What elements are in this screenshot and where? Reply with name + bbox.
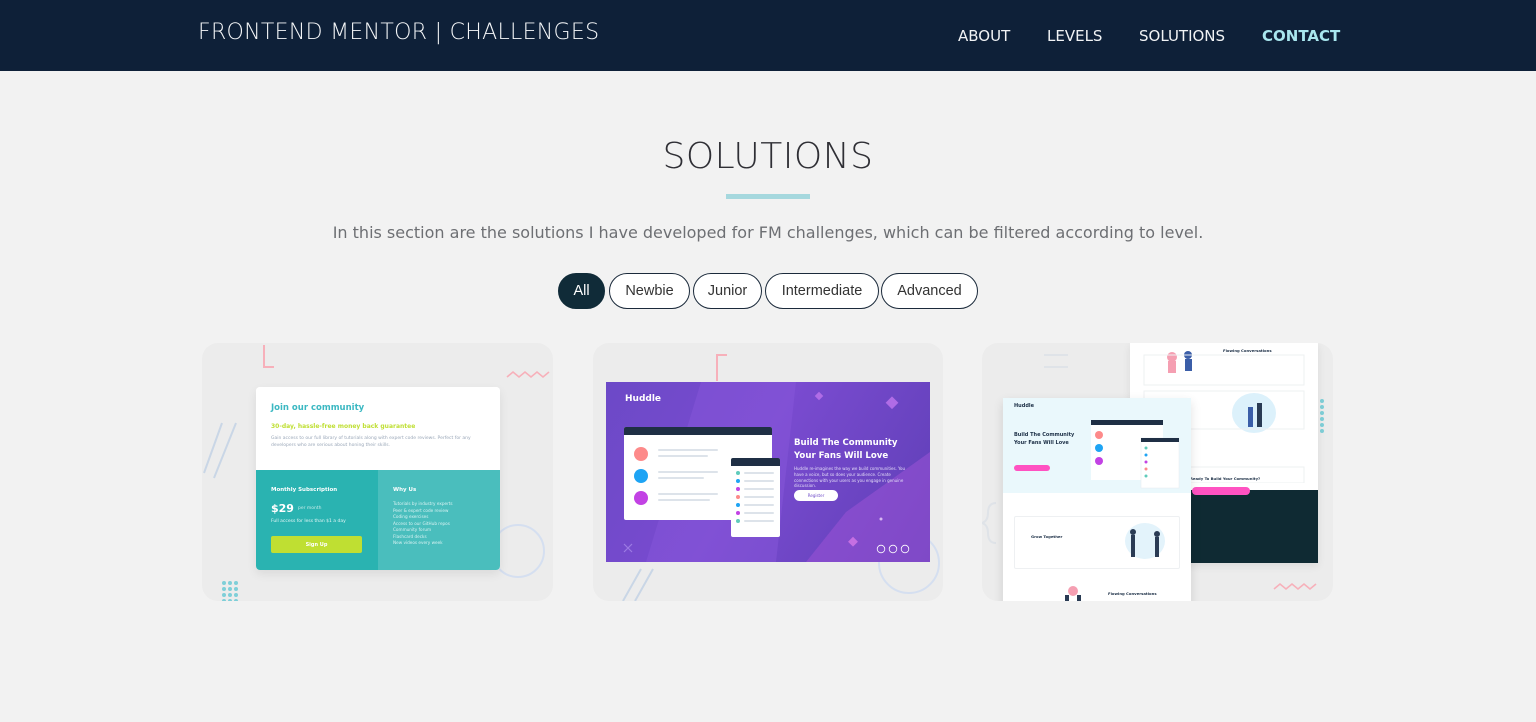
huddle-description: Huddle re-imagines the way we build comm…: [794, 466, 905, 489]
plan-price: $29: [271, 502, 294, 515]
filter-newbie-button[interactable]: Newbie: [609, 273, 690, 309]
nav-solutions[interactable]: SOLUTIONS: [1139, 27, 1225, 45]
why-us-item: Tutorials by industry experts: [393, 501, 453, 506]
solution-card-single-price[interactable]: Join our community 30-day, hassle-free m…: [202, 343, 553, 601]
front-headline: Build The Community Your Fans Will Love: [1014, 432, 1074, 447]
front-headline-line-2: Your Fans Will Love: [1014, 439, 1069, 446]
subscription-section: Monthly Subscription $29 per month Full …: [256, 470, 378, 570]
grow-title: Grow Together: [1031, 534, 1063, 539]
grow-together-section: Grow Together: [1014, 516, 1180, 569]
why-us-title: Why Us: [393, 487, 417, 493]
flowing-title-bottom: Flowing Conversations: [1108, 591, 1157, 596]
brand-title[interactable]: FRONTEND MENTOR | CHALLENGES: [198, 20, 599, 45]
ready-title: Ready To Build Your Community?: [1190, 476, 1261, 481]
nav-about[interactable]: ABOUT: [958, 27, 1010, 45]
title-underline: [726, 194, 810, 199]
nav-contact[interactable]: CONTACT: [1262, 27, 1340, 45]
front-cta-pill: [1014, 465, 1050, 471]
huddle-landing-preview: Huddle Build The Community Your Fans Wil…: [606, 382, 930, 562]
community-description: Gain access to our full library of tutor…: [271, 436, 471, 448]
cta-pill: [1192, 487, 1250, 495]
pricing-component-preview: Join our community 30-day, hassle-free m…: [256, 387, 500, 570]
filter-intermediate-button[interactable]: Intermediate: [765, 273, 879, 309]
grow-illustration: [1125, 523, 1165, 559]
plan-note: Full access for less than $1 a day: [271, 519, 346, 524]
headline-line-1: Build The Community: [794, 438, 898, 448]
why-us-item: New videos every week: [393, 540, 443, 545]
front-headline-line-1: Build The Community: [1014, 432, 1075, 438]
headline-line-2: Your Fans Will Love: [794, 450, 889, 461]
front-mockup: [1091, 420, 1180, 489]
social-icons: [876, 544, 910, 554]
front-huddle-logo: Huddle: [1014, 403, 1035, 409]
community-heading: Join our community: [271, 403, 365, 413]
section-title: SOLUTIONS: [662, 136, 874, 177]
plan-period: per month: [298, 506, 322, 511]
filter-advanced-button[interactable]: Advanced: [881, 273, 978, 309]
top-navbar: FRONTEND MENTOR | CHALLENGES ABOUT LEVEL…: [0, 0, 1536, 71]
front-hero: Huddle Build The Community Your Fans Wil…: [1003, 398, 1191, 493]
huddle-headline: Build The Community Your Fans Will Love: [794, 437, 898, 463]
solution-card-huddle-landing[interactable]: Huddle Build The Community Your Fans Wil…: [593, 343, 943, 601]
filter-all-button[interactable]: All: [558, 273, 605, 309]
plan-title: Monthly Subscription: [271, 487, 338, 493]
register-button-preview: Register: [794, 490, 838, 501]
why-us-list: Tutorials by industry experts Peer & exp…: [393, 501, 453, 547]
community-section: Join our community 30-day, hassle-free m…: [256, 387, 500, 470]
flowing-illustration: [1065, 586, 1081, 601]
filter-junior-button[interactable]: Junior: [693, 273, 762, 309]
nav-levels[interactable]: LEVELS: [1047, 27, 1102, 45]
why-us-section: Why Us Tutorials by industry experts Pee…: [378, 470, 500, 570]
guarantee-text: 30-day, hassle-free money back guarantee: [271, 423, 416, 430]
signup-button-preview: Sign Up: [271, 536, 362, 553]
section-subtitle: In this section are the solutions I have…: [332, 223, 1204, 242]
solution-card-huddle-sections[interactable]: Flowing Conversations Ready To Build You…: [982, 343, 1333, 601]
preview-front-page: Huddle Build The Community Your Fans Wil…: [1003, 398, 1191, 601]
mockup-mobile: [731, 458, 780, 537]
huddle-logo: Huddle: [625, 394, 662, 404]
